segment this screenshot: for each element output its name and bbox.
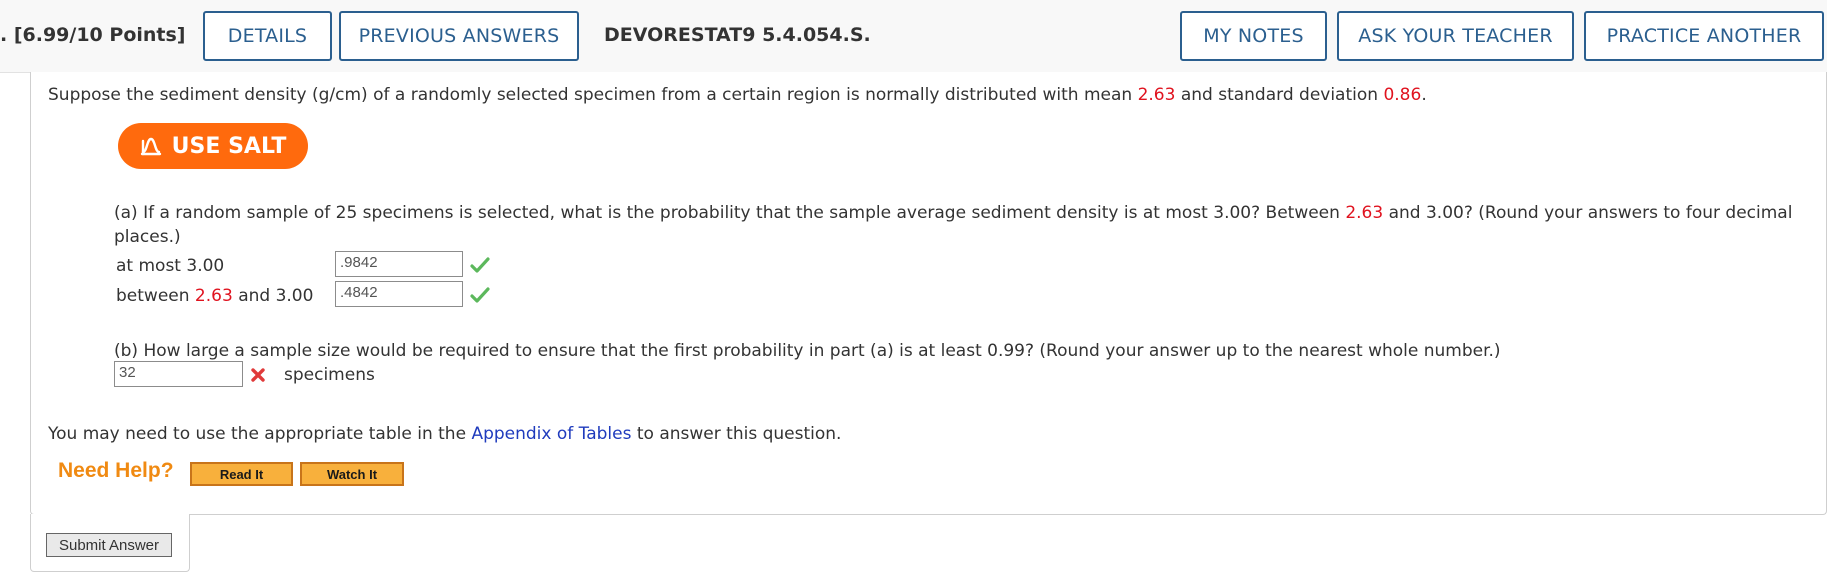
between-label: between 2.63 and 3.00 (116, 286, 313, 306)
part-a-text-line2: places.) (114, 227, 181, 247)
part-b-text: (b) How large a sample size would be req… (114, 341, 1501, 361)
part-a-red-value: 2.63 (1345, 203, 1384, 223)
correct-check-icon (470, 257, 490, 273)
mean-value: 2.63 (1137, 85, 1176, 105)
previous-answers-button[interactable]: PREVIOUS ANSWERS (339, 11, 579, 61)
intro-text: Suppose the sediment density (g/cm) of a… (48, 85, 1133, 105)
correct-check-icon (470, 287, 490, 303)
question-header: . [6.99/10 Points] DETAILS PREVIOUS ANSW… (0, 0, 1827, 73)
between-red-value: 2.63 (194, 286, 233, 306)
part-a-text-2: and 3.00? (Round your answers to four de… (1388, 203, 1793, 223)
submit-answer-button[interactable]: Submit Answer (46, 533, 172, 557)
practice-another-button[interactable]: PRACTICE ANOTHER (1584, 11, 1824, 61)
question-intro: Suppose the sediment density (g/cm) of a… (48, 85, 1427, 105)
my-notes-button[interactable]: MY NOTES (1180, 11, 1327, 61)
sd-value: 0.86 (1383, 85, 1422, 105)
between-text: between (116, 286, 190, 306)
details-button[interactable]: DETAILS (203, 11, 332, 61)
appendix-of-tables-link[interactable]: Appendix of Tables (471, 424, 631, 444)
at-most-answer-input[interactable]: .9842 (335, 251, 463, 277)
intro-text-2: and standard deviation (1180, 85, 1379, 105)
appendix-text-2: to answer this question. (636, 424, 842, 444)
question-id: DEVORESTAT9 5.4.054.S. (604, 24, 871, 46)
read-it-button[interactable]: Read It (190, 462, 293, 486)
intro-period: . (1421, 85, 1427, 105)
salt-icon (140, 137, 161, 156)
use-salt-label: USE SALT (171, 133, 287, 159)
points-label: . [6.99/10 Points] (0, 24, 186, 46)
need-help-label: Need Help? (58, 459, 174, 482)
part-a-text: (a) If a random sample of 25 specimens i… (114, 203, 1792, 223)
sample-size-input[interactable]: 32 (114, 361, 243, 387)
specimens-unit: specimens (284, 365, 375, 385)
between-answer-input[interactable]: .4842 (335, 281, 463, 307)
appendix-text: You may need to use the appropriate tabl… (48, 424, 467, 444)
ask-your-teacher-button[interactable]: ASK YOUR TEACHER (1337, 11, 1574, 61)
between-text-2: and 3.00 (238, 286, 314, 306)
appendix-note: You may need to use the appropriate tabl… (48, 424, 841, 444)
incorrect-cross-icon (251, 368, 265, 382)
part-a-text-1: (a) If a random sample of 25 specimens i… (114, 203, 1340, 223)
at-most-label: at most 3.00 (116, 256, 225, 276)
watch-it-button[interactable]: Watch It (300, 462, 404, 486)
use-salt-button[interactable]: USE SALT (118, 123, 308, 169)
